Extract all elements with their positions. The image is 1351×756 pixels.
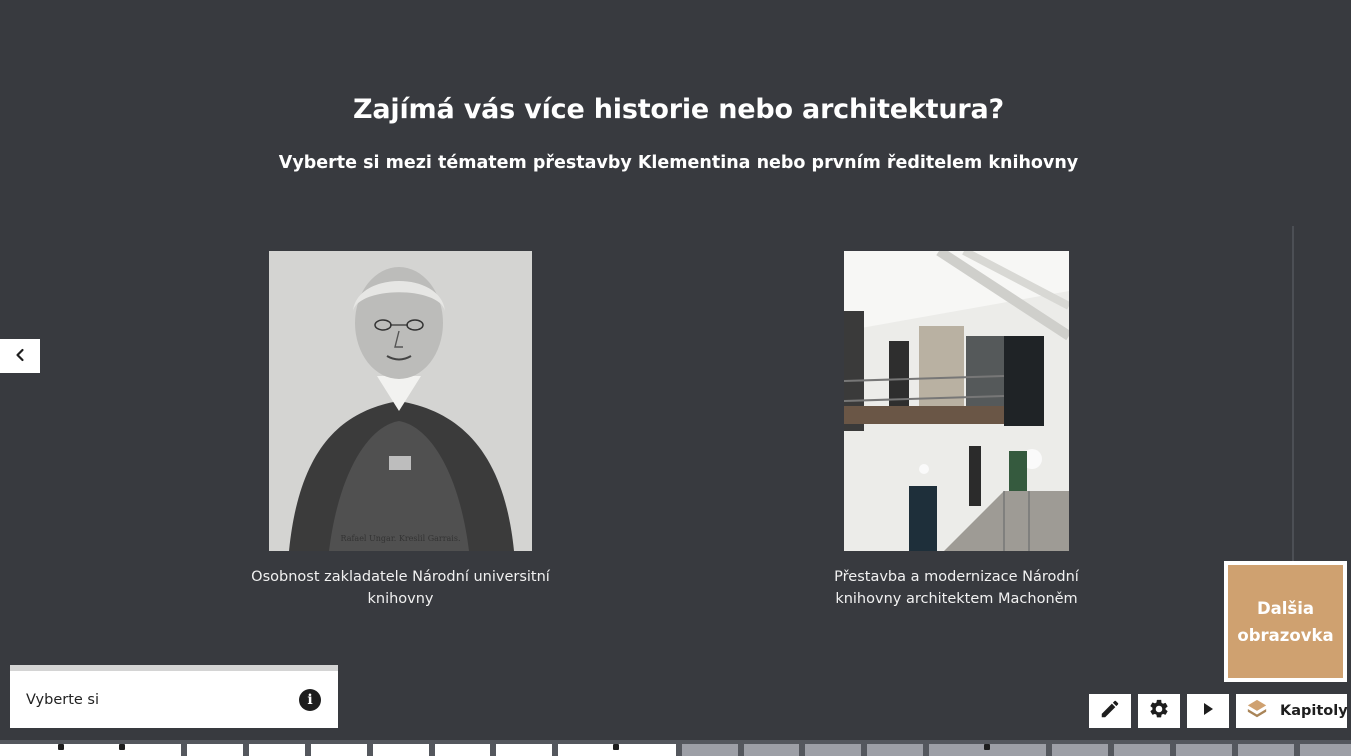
progress-timeline [0,740,1351,756]
info-panel: Vyberte si i [10,665,338,728]
timeline-segment[interactable] [1176,744,1232,756]
timeline-segment[interactable] [496,744,552,756]
timeline-segment[interactable] [249,744,305,756]
edit-button[interactable] [1089,694,1131,728]
timeline-segment[interactable] [867,744,923,756]
play-button[interactable] [1187,694,1229,728]
timeline-segment[interactable] [805,744,861,756]
next-screen-label: Dalšia obrazovka [1228,565,1343,678]
play-icon [1200,701,1216,721]
chapters-label: Kapitoly [1280,703,1348,719]
divider-line [1292,226,1294,562]
interior-image[interactable] [844,251,1069,551]
timeline-segment[interactable] [373,744,429,756]
timeline-segment[interactable] [435,744,490,756]
portrait-engraving [269,251,532,551]
choice-caption-reconstruction[interactable]: Přestavba a modernizace Národní knihovny… [806,566,1107,610]
chapter-marker [984,744,990,750]
chapter-marker [613,744,619,750]
library-interior-photo [844,251,1069,551]
timeline-segment[interactable] [1052,744,1108,756]
layers-icon [1246,698,1268,724]
page-title: Zajímá vás více historie nebo architektu… [353,94,1004,125]
chapters-button[interactable]: Kapitoly [1236,694,1348,728]
info-icon[interactable]: i [299,688,321,711]
choice-caption-founder[interactable]: Osobnost zakladatele Národní universitní… [250,566,551,610]
timeline-segment[interactable] [1300,744,1351,756]
timeline-segment[interactable] [682,744,738,756]
portrait-image[interactable]: Rafael Ungar. Kreslil Garrais. [269,251,532,551]
timeline-segment[interactable] [187,744,243,756]
chevron-left-icon [13,347,27,366]
chapter-marker [58,744,64,750]
info-panel-label: Vyberte si [26,691,99,708]
portrait-inscription: Rafael Ungar. Kreslil Garrais. [340,534,461,543]
timeline-segment[interactable] [0,744,181,756]
next-screen-button[interactable]: Dalšia obrazovka [1224,561,1347,682]
timeline-segment[interactable] [311,744,367,756]
timeline-segment[interactable] [1114,744,1170,756]
page-subtitle: Vyberte si mezi tématem přestavby Klemen… [278,153,1079,173]
gear-icon [1148,698,1170,724]
timeline-segment[interactable] [744,744,799,756]
settings-button[interactable] [1138,694,1180,728]
chapter-marker [119,744,125,750]
previous-screen-button[interactable] [0,339,40,373]
pencil-icon [1099,698,1121,724]
timeline-segment[interactable] [1238,744,1294,756]
